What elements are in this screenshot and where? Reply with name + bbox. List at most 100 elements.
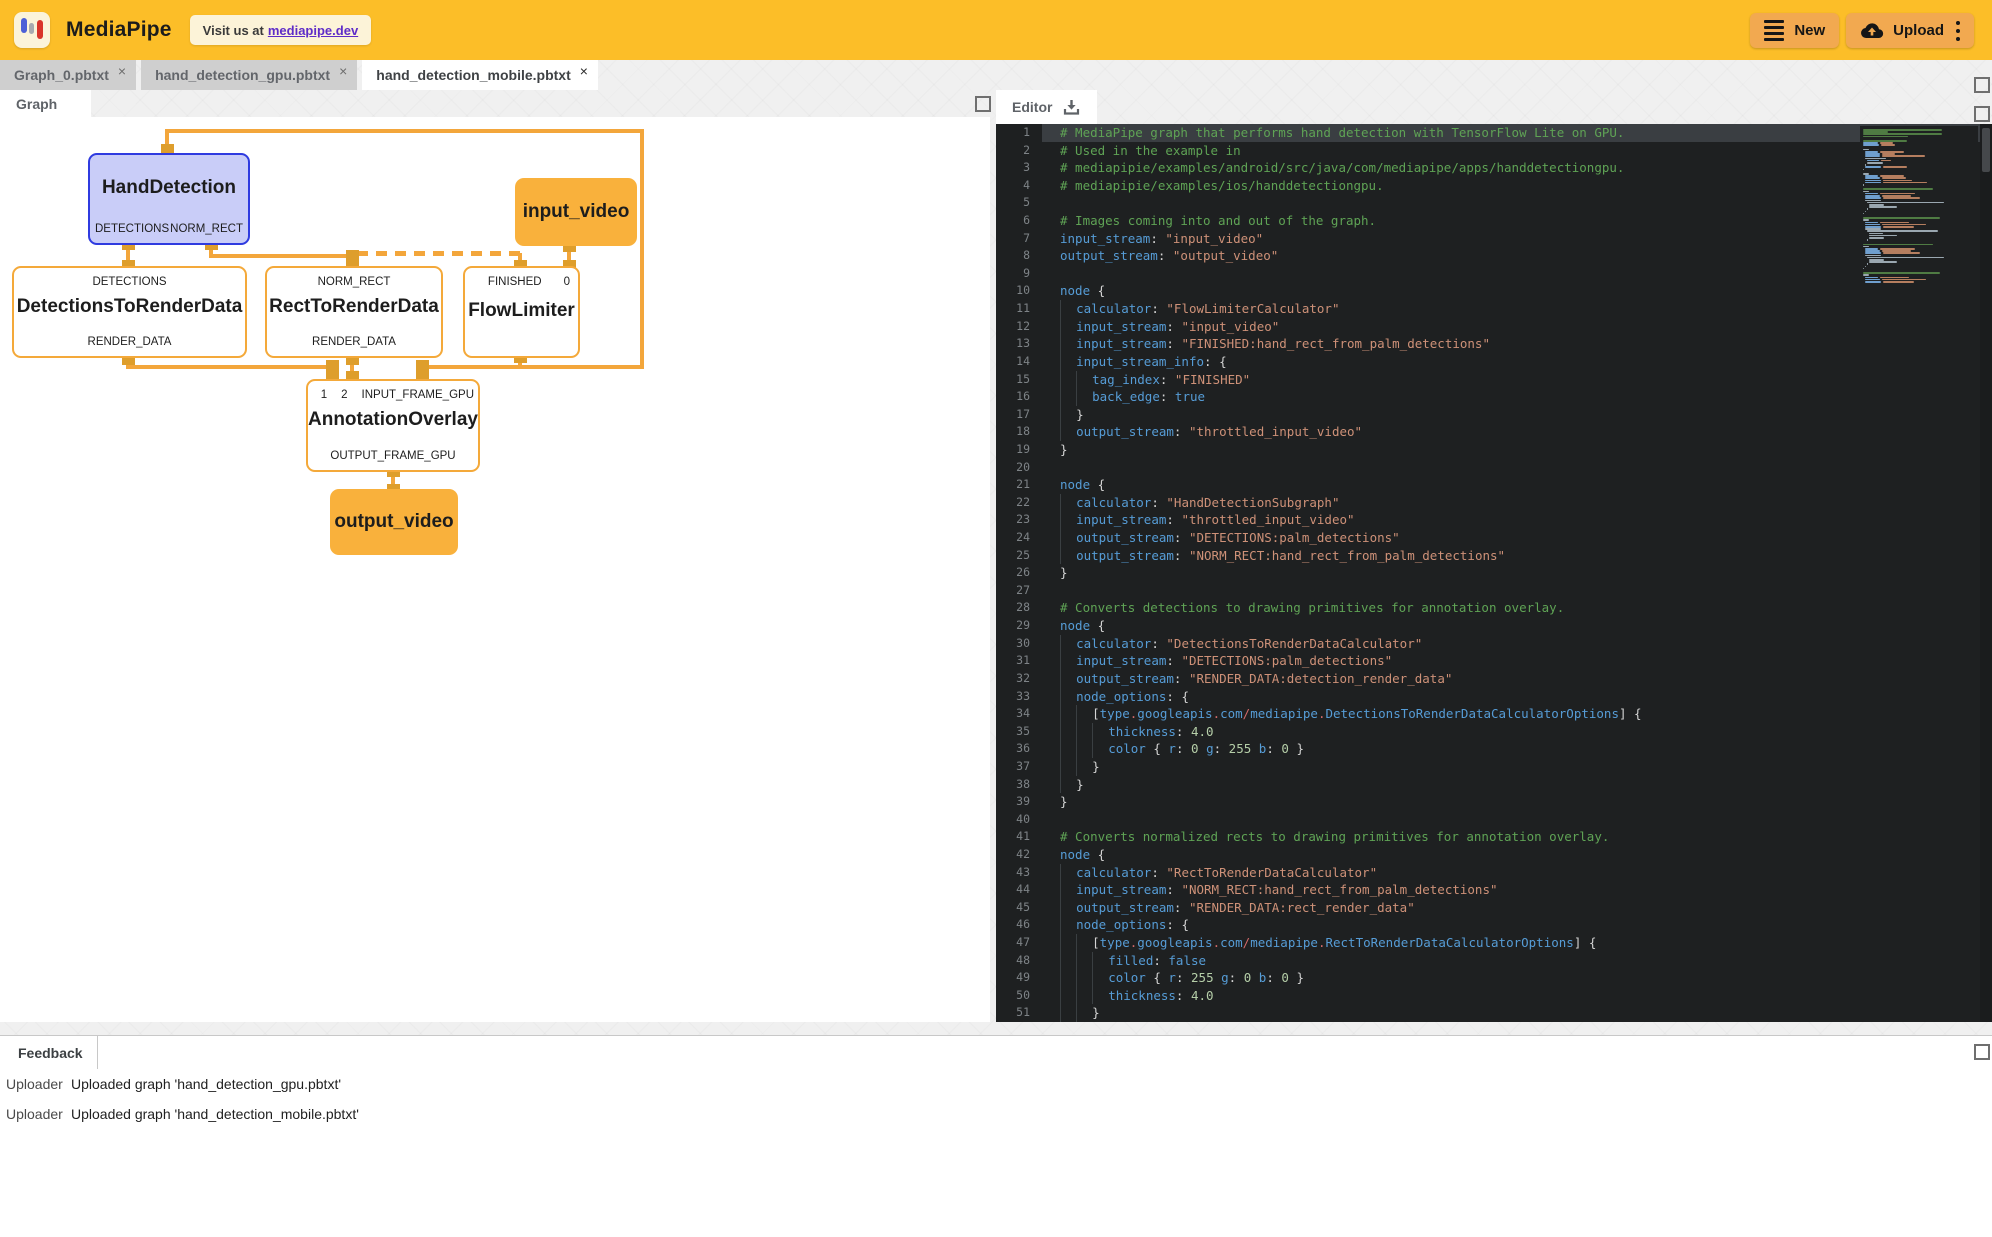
code-line[interactable]: 37 } <box>996 758 1992 776</box>
port-label: DETECTIONS <box>95 223 169 235</box>
minimap[interactable] <box>1860 126 1978 1022</box>
code-line[interactable]: 36 color { r: 0 g: 255 b: 0 } <box>996 740 1992 758</box>
code-line[interactable]: 15 tag_index: "FINISHED" <box>996 371 1992 389</box>
code-line[interactable]: 20 <box>996 459 1992 477</box>
code-line[interactable]: 9 <box>996 265 1992 283</box>
graph-node-handdetection[interactable]: HandDetection DETECTIONS NORM_RECT <box>88 153 250 245</box>
port-label: NORM_RECT <box>170 223 243 235</box>
code-line[interactable]: 26} <box>996 564 1992 582</box>
code-line[interactable]: 34 [type.googleapis.com/mediapipe.Detect… <box>996 705 1992 723</box>
graph-canvas[interactable]: HandDetection DETECTIONS NORM_RECT input… <box>0 0 990 1022</box>
code-line[interactable]: 31 input_stream: "DETECTIONS:palm_detect… <box>996 652 1992 670</box>
download-icon[interactable] <box>1062 98 1081 116</box>
code-line[interactable]: 3# mediapipie/examples/android/src/java/… <box>996 159 1992 177</box>
line-number: 44 <box>996 881 1042 899</box>
code-line[interactable]: 23 input_stream: "throttled_input_video" <box>996 511 1992 529</box>
code-line[interactable]: 30 calculator: "DetectionsToRenderDataCa… <box>996 635 1992 653</box>
code-line[interactable]: 29node { <box>996 617 1992 635</box>
new-button[interactable]: New <box>1750 13 1839 48</box>
tab-editor[interactable]: Editor <box>996 90 1097 124</box>
code-line[interactable]: 7input_stream: "input_video" <box>996 230 1992 248</box>
code-line[interactable]: 35 thickness: 4.0 <box>996 723 1992 741</box>
graph-node-recttorenderdata[interactable]: NORM_RECT RectToRenderData RENDER_DATA <box>265 266 443 358</box>
code-line[interactable]: 39} <box>996 793 1992 811</box>
code-line[interactable]: 8output_stream: "output_video" <box>996 247 1992 265</box>
line-number: 18 <box>996 423 1042 441</box>
code-line[interactable]: 40 <box>996 811 1992 829</box>
code-line[interactable]: 10node { <box>996 282 1992 300</box>
window-expand-icon[interactable] <box>1974 77 1990 93</box>
node-title: output_video <box>334 511 453 533</box>
line-number: 12 <box>996 318 1042 336</box>
line-number: 7 <box>996 230 1042 248</box>
graph-node-input-video[interactable]: input_video <box>515 178 637 246</box>
line-number: 22 <box>996 494 1042 512</box>
code-editor[interactable]: 1# MediaPipe graph that performs hand de… <box>996 124 1992 1022</box>
code-line[interactable]: 32 output_stream: "RENDER_DATA:detection… <box>996 670 1992 688</box>
new-button-label: New <box>1794 22 1825 39</box>
code-line[interactable]: 42node { <box>996 846 1992 864</box>
code-line[interactable]: 24 output_stream: "DETECTIONS:palm_detec… <box>996 529 1992 547</box>
editor-expand-icon[interactable] <box>1974 106 1990 122</box>
code-line[interactable]: 17 } <box>996 406 1992 424</box>
code-line[interactable]: 4# mediapipie/examples/ios/handdetection… <box>996 177 1992 195</box>
line-number: 10 <box>996 282 1042 300</box>
tab-feedback[interactable]: Feedback <box>0 1036 98 1069</box>
code-line[interactable]: 27 <box>996 582 1992 600</box>
line-number: 50 <box>996 987 1042 1005</box>
line-number: 43 <box>996 864 1042 882</box>
code-line[interactable]: 38 } <box>996 776 1992 794</box>
scrollbar-thumb[interactable] <box>1982 128 1990 172</box>
code-line[interactable]: 1# MediaPipe graph that performs hand de… <box>996 124 1992 142</box>
code-line[interactable]: 16 back_edge: true <box>996 388 1992 406</box>
code-line[interactable]: 13 input_stream: "FINISHED:hand_rect_fro… <box>996 335 1992 353</box>
node-title: HandDetection <box>90 177 248 199</box>
line-number: 26 <box>996 564 1042 582</box>
code-line[interactable]: 49 color { r: 255 g: 0 b: 0 } <box>996 969 1992 987</box>
code-line[interactable]: 45 output_stream: "RENDER_DATA:rect_rend… <box>996 899 1992 917</box>
upload-button[interactable]: Upload <box>1846 13 1974 48</box>
feedback-source: Uploader <box>0 1106 71 1126</box>
kebab-menu-icon[interactable] <box>1956 21 1960 41</box>
code-line[interactable]: 2# Used in the example in <box>996 142 1992 160</box>
graph-node-annotationoverlay[interactable]: 1 2 INPUT_FRAME_GPU AnnotationOverlay OU… <box>306 379 480 472</box>
code-line[interactable]: 44 input_stream: "NORM_RECT:hand_rect_fr… <box>996 881 1992 899</box>
graph-edge <box>421 365 642 369</box>
graph-node-detectionstorenderdata[interactable]: DETECTIONS DetectionsToRenderData RENDER… <box>12 266 247 358</box>
code-line[interactable]: 6# Images coming into and out of the gra… <box>996 212 1992 230</box>
code-line[interactable]: 12 input_stream: "input_video" <box>996 318 1992 336</box>
code-line[interactable]: 41# Converts normalized rects to drawing… <box>996 828 1992 846</box>
code-line[interactable]: 33 node_options: { <box>996 688 1992 706</box>
cloud-upload-icon <box>1860 22 1884 40</box>
line-number: 36 <box>996 740 1042 758</box>
port-label: 0 <box>564 276 570 288</box>
code-line[interactable]: 25 output_stream: "NORM_RECT:hand_rect_f… <box>996 547 1992 565</box>
code-line[interactable]: 28# Converts detections to drawing primi… <box>996 599 1992 617</box>
code-line[interactable]: 11 calculator: "FlowLimiterCalculator" <box>996 300 1992 318</box>
graph-edge <box>126 365 334 369</box>
code-line[interactable]: 43 calculator: "RectToRenderDataCalculat… <box>996 864 1992 882</box>
editor-scrollbar[interactable] <box>1980 124 1992 1022</box>
code-line[interactable]: 50 thickness: 4.0 <box>996 987 1992 1005</box>
code-line[interactable]: 46 node_options: { <box>996 916 1992 934</box>
code-line[interactable]: 48 filled: false <box>996 952 1992 970</box>
graph-node-flowlimiter[interactable]: FINISHED 0 FlowLimiter <box>463 266 580 358</box>
line-number: 5 <box>996 194 1042 212</box>
upload-button-label: Upload <box>1893 22 1944 39</box>
code-line[interactable]: 47 [type.googleapis.com/mediapipe.RectTo… <box>996 934 1992 952</box>
graph-node-output-video[interactable]: output_video <box>330 489 458 555</box>
line-number: 27 <box>996 582 1042 600</box>
code-line[interactable]: 14 input_stream_info: { <box>996 353 1992 371</box>
port-label: NORM_RECT <box>318 276 391 288</box>
line-number: 38 <box>996 776 1042 794</box>
code-line[interactable]: 21node { <box>996 476 1992 494</box>
code-line[interactable]: 18 output_stream: "throttled_input_video… <box>996 423 1992 441</box>
code-line[interactable]: 5 <box>996 194 1992 212</box>
feedback-expand-icon[interactable] <box>1974 1044 1990 1060</box>
code-line[interactable]: 51 } <box>996 1004 1992 1022</box>
code-line[interactable]: 22 calculator: "HandDetectionSubgraph" <box>996 494 1992 512</box>
line-number: 21 <box>996 476 1042 494</box>
line-number: 51 <box>996 1004 1042 1022</box>
graph-edge <box>209 254 354 258</box>
code-line[interactable]: 19} <box>996 441 1992 459</box>
